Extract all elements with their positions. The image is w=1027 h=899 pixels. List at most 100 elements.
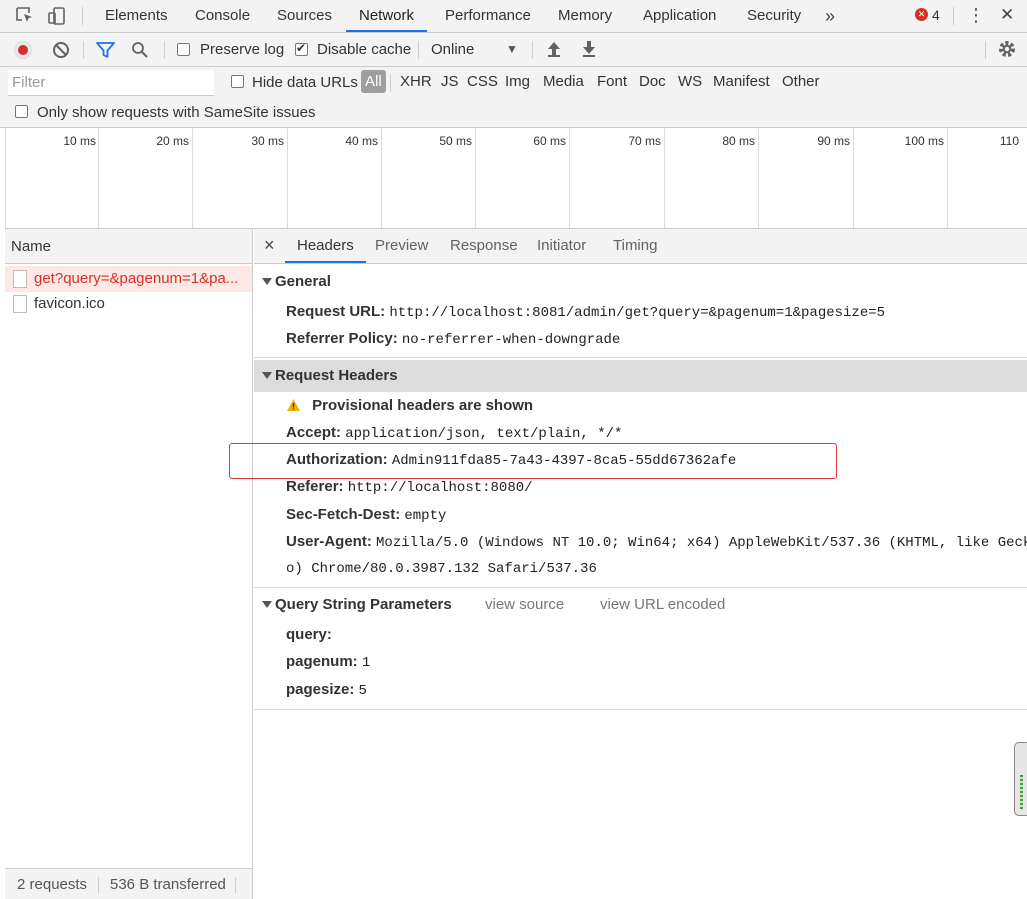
- divider: [98, 877, 99, 893]
- device-toolbar-icon[interactable]: [47, 6, 69, 26]
- request-row-get[interactable]: get?query=&pagenum=1&pa...: [5, 266, 252, 292]
- close-detail-icon[interactable]: ×: [264, 235, 275, 256]
- transferred-size: 536 B transferred: [110, 876, 226, 893]
- filter-type-xhr[interactable]: XHR: [400, 73, 432, 90]
- close-devtools-icon[interactable]: ✕: [1000, 5, 1014, 25]
- provisional-warning: Provisional headers are shown: [286, 397, 533, 416]
- samesite-label[interactable]: Only show requests with SameSite issues: [37, 104, 315, 121]
- timeline-gridline: [475, 128, 476, 228]
- header-value: http://localhost:8081/admin/get?query=&p…: [389, 305, 886, 321]
- divider: [164, 41, 165, 59]
- tab-sources[interactable]: Sources: [277, 0, 332, 32]
- timeline-gridline: [381, 128, 382, 228]
- tab-timing[interactable]: Timing: [613, 229, 657, 263]
- tab-preview[interactable]: Preview: [375, 229, 428, 263]
- timeline-gridline: [664, 128, 665, 228]
- request-headers-section-header[interactable]: Request Headers: [254, 360, 1027, 392]
- filter-type-ws[interactable]: WS: [678, 73, 702, 90]
- record-button[interactable]: [14, 41, 32, 59]
- tab-memory[interactable]: Memory: [558, 0, 612, 32]
- timeline-tick-label: 30 ms: [251, 134, 284, 148]
- filter-type-doc[interactable]: Doc: [639, 73, 666, 90]
- tab-performance[interactable]: Performance: [445, 0, 531, 32]
- filter-input[interactable]: [8, 70, 214, 96]
- header-row-request-url: Request URL: http://localhost:8081/admin…: [286, 303, 885, 321]
- hide-data-urls-label[interactable]: Hide data URLs: [252, 74, 358, 91]
- param-key: pagenum:: [286, 653, 358, 670]
- devtools-tab-bar: Elements Console Sources Network Perform…: [0, 0, 1027, 33]
- inspect-element-icon[interactable]: [14, 6, 36, 26]
- preserve-log-label[interactable]: Preserve log: [200, 41, 284, 58]
- param-row-pagesize: pagesize: 5: [286, 681, 367, 699]
- timeline-gridline: [192, 128, 193, 228]
- import-har-icon[interactable]: [546, 40, 562, 62]
- divider: [235, 877, 236, 893]
- document-icon: [13, 295, 27, 313]
- header-key: User-Agent:: [286, 533, 372, 550]
- level-meter-icon: [1020, 775, 1023, 809]
- request-name: get?query=&pagenum=1&pa...: [34, 270, 239, 287]
- header-key: Accept:: [286, 424, 342, 441]
- general-section-header[interactable]: General: [254, 266, 1027, 298]
- hide-data-urls-checkbox[interactable]: [231, 75, 244, 88]
- timeline-gridline: [853, 128, 854, 228]
- param-key: pagesize:: [286, 681, 355, 698]
- query-params-title: Query String Parameters: [275, 596, 452, 613]
- kebab-menu-icon[interactable]: ⋮: [967, 5, 985, 26]
- request-row-favicon[interactable]: favicon.ico: [5, 292, 252, 318]
- filter-icon[interactable]: [96, 41, 115, 63]
- filter-type-other[interactable]: Other: [782, 73, 820, 90]
- network-summary-bar: 2 requests 536 B transferred: [5, 868, 252, 899]
- chevron-down-icon[interactable]: ▼: [506, 42, 518, 56]
- param-row-pagenum: pagenum: 1: [286, 653, 370, 671]
- gear-icon[interactable]: [997, 39, 1017, 63]
- tab-network[interactable]: Network: [346, 0, 428, 32]
- tab-console[interactable]: Console: [195, 0, 250, 32]
- filter-type-media[interactable]: Media: [543, 73, 584, 90]
- filter-type-css[interactable]: CSS: [467, 73, 498, 90]
- timeline-overview[interactable]: 10 ms 20 ms 30 ms 40 ms 50 ms 60 ms 70 m…: [5, 128, 1027, 229]
- param-value: 1: [361, 655, 371, 671]
- throttling-select[interactable]: Online: [431, 41, 474, 58]
- timeline-tick-label: 10 ms: [63, 134, 96, 148]
- timeline-tick-label: 80 ms: [722, 134, 755, 148]
- filter-type-font[interactable]: Font: [597, 73, 627, 90]
- header-key: Referer:: [286, 478, 344, 495]
- filter-type-manifest[interactable]: Manifest: [713, 73, 770, 90]
- error-count[interactable]: 4: [932, 7, 940, 23]
- filter-type-all[interactable]: All: [361, 70, 386, 93]
- timeline-tick-label: 50 ms: [439, 134, 472, 148]
- header-value: no-referrer-when-downgrade: [401, 332, 621, 348]
- clear-icon[interactable]: [52, 41, 70, 63]
- side-panel-handle[interactable]: [1014, 742, 1027, 816]
- timeline-tick-label: 20 ms: [156, 134, 189, 148]
- preserve-log-checkbox[interactable]: [177, 43, 190, 56]
- network-toolbar: Preserve log Disable cache Online ▼: [0, 33, 1027, 67]
- view-url-encoded-link[interactable]: view URL encoded: [600, 596, 725, 613]
- tab-response[interactable]: Response: [450, 229, 518, 263]
- search-icon[interactable]: [131, 41, 149, 63]
- expand-triangle-icon: [262, 601, 272, 608]
- error-icon[interactable]: ✕: [915, 8, 928, 21]
- tab-application[interactable]: Application: [643, 0, 716, 32]
- samesite-checkbox[interactable]: [15, 105, 28, 118]
- disable-cache-label[interactable]: Disable cache: [317, 41, 411, 58]
- tab-initiator[interactable]: Initiator: [537, 229, 586, 263]
- query-params-section-header[interactable]: Query String Parameters view source view…: [254, 589, 1027, 621]
- header-value: Mozilla/5.0 (Windows NT 10.0; Win64; x64…: [376, 535, 1027, 551]
- filter-type-js[interactable]: JS: [441, 73, 459, 90]
- tab-security[interactable]: Security: [747, 0, 801, 32]
- tab-elements[interactable]: Elements: [105, 0, 168, 32]
- timeline-gridline: [287, 128, 288, 228]
- disable-cache-checkbox[interactable]: [295, 41, 308, 56]
- filter-type-img[interactable]: Img: [505, 73, 530, 90]
- view-source-link[interactable]: view source: [485, 596, 564, 613]
- param-value: 5: [358, 683, 367, 699]
- tab-headers[interactable]: Headers: [285, 229, 366, 263]
- request-name: favicon.ico: [34, 295, 105, 312]
- warning-icon: [286, 398, 302, 416]
- filter-bar: Hide data URLs All XHR JS CSS Img Media …: [0, 67, 1027, 128]
- export-har-icon[interactable]: [581, 40, 597, 62]
- more-tabs-icon[interactable]: »: [825, 0, 835, 32]
- name-column-header[interactable]: Name: [5, 229, 252, 264]
